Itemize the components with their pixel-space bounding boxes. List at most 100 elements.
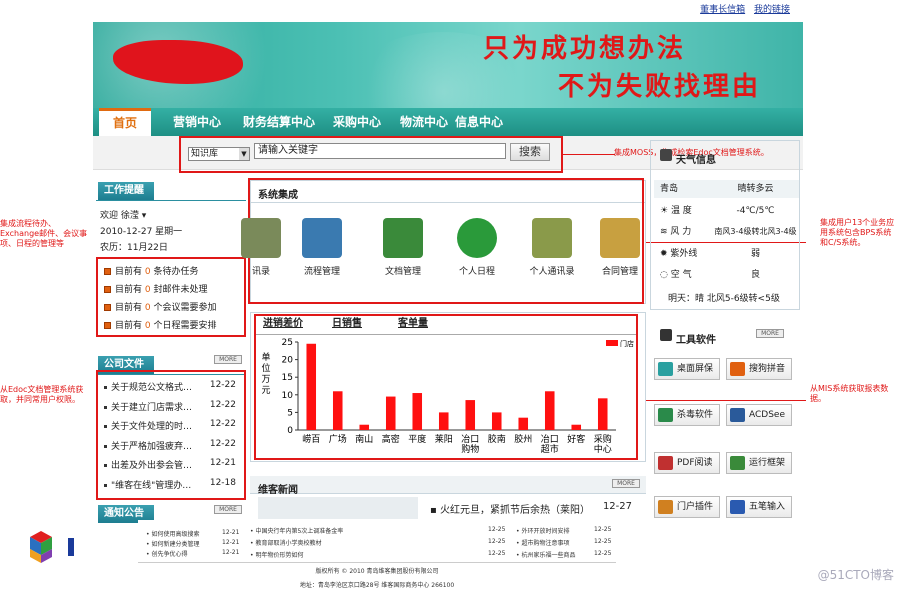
tab-daily-sales[interactable]: 日销售: [332, 316, 362, 332]
nav-logistics[interactable]: 物流中心: [400, 108, 448, 136]
footer-item[interactable]: • 明年物价形势如何: [250, 550, 303, 559]
chart-bar: [544, 391, 555, 430]
list-item[interactable]: 关于规范公文格式… 12-22: [104, 380, 240, 393]
list-item[interactable]: 出差及外出参会管… 12-21: [104, 458, 240, 471]
nav-home[interactable]: 首页: [99, 108, 152, 136]
annot-right-chart: 从MIS系统获取报表数据。: [810, 384, 889, 403]
weather-tomorrow: 明天：晴 北风5-6级转<5级: [668, 294, 780, 304]
annot-left-work: 集成流程待办、Exchange邮件、会议事项、日程的管理等: [0, 219, 88, 248]
chevron-down-icon: ▼: [239, 148, 249, 160]
chairman-mailbox-link[interactable]: 董事长信箱: [700, 5, 745, 15]
x-tick-label: 采购: [594, 433, 612, 445]
sys-schedule[interactable]: 个人日程: [442, 218, 512, 277]
x-tick-label: 冶口: [461, 433, 479, 445]
x-tick-label: 好客: [567, 433, 585, 445]
list-item[interactable]: "维客在线"管理办… 12-18: [104, 478, 240, 491]
my-links-link[interactable]: 我的链接: [754, 5, 790, 15]
news-image: [258, 497, 418, 519]
footer-date: 12-25: [594, 526, 612, 533]
footer-item[interactable]: • 中国央行年内第5次上调准备金率: [250, 526, 343, 535]
copyright: 版权所有 © 2010 青岛维客集团股份有限公司: [315, 568, 439, 575]
tool-screensaver[interactable]: 桌面屏保: [654, 358, 720, 380]
y-tick-label: 0: [287, 426, 293, 436]
pdf-icon: [658, 456, 673, 470]
news-title: 维客新闻: [258, 485, 298, 496]
sogou-icon: [730, 362, 745, 376]
search-button[interactable]: 搜索: [510, 143, 550, 161]
docs-more-button[interactable]: MORE: [214, 355, 242, 364]
annot-right-sys: 集成用户13个业务应用系统包含BPS系统和C/S系统。: [820, 218, 895, 247]
sys-documents[interactable]: 文档管理: [368, 218, 438, 277]
logo-text-fragment: [68, 538, 74, 556]
tool-antivirus[interactable]: 杀毒软件: [654, 404, 720, 426]
task-row[interactable]: 目前有 0 个会议需要参加: [104, 300, 217, 313]
sys-workflow[interactable]: 流程管理: [287, 218, 357, 277]
tools-icon: [660, 329, 672, 341]
mail-icon: [104, 286, 111, 293]
y-tick-label: 10: [282, 391, 294, 401]
news-more-button[interactable]: MORE: [612, 479, 640, 488]
nav-finance[interactable]: 财务结算中心: [243, 108, 315, 136]
watermark: @51CTO博客: [817, 568, 894, 582]
notice-more-button[interactable]: MORE: [214, 505, 242, 514]
list-item[interactable]: 关于文件处理的时… 12-22: [104, 419, 240, 432]
x-tick-label: 平度: [408, 433, 426, 445]
footer-item[interactable]: • 杭州家乐福一些商品: [516, 550, 575, 559]
footer-date: 12-25: [488, 538, 506, 545]
sys-contacts[interactable]: 讯录: [226, 218, 296, 277]
sys-address-book[interactable]: 个人通讯录: [517, 218, 587, 277]
bpm-icon: [302, 218, 342, 258]
contacts-icon: [241, 218, 281, 258]
task-row[interactable]: 目前有 0 条待办任务: [104, 264, 199, 277]
wubi-icon: [730, 500, 745, 514]
x-tick-label: 中心: [594, 443, 612, 455]
x-tick-label: 高密: [382, 433, 400, 445]
tab-customer-count[interactable]: 客单量: [398, 316, 428, 332]
list-item[interactable]: 关于严格加强疲弃… 12-22: [104, 439, 240, 452]
chart-bar: [465, 400, 476, 430]
tool-wubi[interactable]: 五笔输入: [726, 496, 792, 518]
x-tick-label: 莱阳: [435, 433, 453, 445]
search-input[interactable]: 请输入关键字: [254, 143, 506, 159]
annot-left-docs: 从Edoc文档管理系统获取，并同常用户权限。: [0, 385, 84, 404]
task-row[interactable]: 目前有 0 个日程需要安排: [104, 318, 217, 331]
footer-item[interactable]: • 超市购物注意事项: [516, 538, 569, 547]
tab-price-difference[interactable]: 进销差价: [263, 316, 303, 332]
x-tick-label: 南山: [355, 433, 373, 445]
framework-icon: [730, 456, 745, 470]
tool-framework[interactable]: 运行框架: [726, 452, 792, 474]
tools-more-button[interactable]: MORE: [756, 329, 784, 338]
tool-acdsee[interactable]: ACDSee: [726, 404, 792, 426]
edoc-icon: [383, 218, 423, 258]
java-icon: [658, 500, 673, 514]
footer-item[interactable]: • 教育部取消小学奥校教材: [250, 538, 321, 547]
footer-item[interactable]: • 创先争优心得: [146, 549, 187, 558]
y-axis-label: 元: [261, 386, 270, 396]
knowledge-base-select[interactable]: 知识库 ▼: [188, 147, 250, 161]
task-row[interactable]: 目前有 0 封邮件未处理: [104, 282, 208, 295]
nav-marketing[interactable]: 营销中心: [173, 108, 221, 136]
weather-row: ◌ 空 气良: [660, 270, 760, 280]
sys-contracts[interactable]: 合同管理: [592, 218, 648, 277]
footer-item[interactable]: • 外环开放时间安排: [516, 526, 569, 535]
y-axis-label: 位: [261, 362, 270, 374]
nav-info[interactable]: 信息中心: [455, 108, 503, 136]
tool-portal-plugin[interactable]: 门户插件: [654, 496, 720, 518]
nav-purchasing[interactable]: 采购中心: [333, 108, 381, 136]
antivirus-icon: [658, 408, 673, 422]
y-tick-label: 25: [282, 338, 293, 348]
x-tick-label: 崂百: [302, 434, 320, 445]
address: 地址：青岛李沧区京口路28号 维客国际商务中心 266100: [299, 582, 455, 589]
news-item[interactable]: ▪ 火红元旦，紧抓节后余热（莱阳） 12-27: [430, 501, 640, 516]
welcome-text: 欢迎 徐滢 ▾: [100, 211, 147, 221]
chart-bar: [518, 417, 529, 430]
tool-sogou[interactable]: 搜狗拼音: [726, 358, 792, 380]
screensaver-icon: [658, 362, 673, 376]
list-item[interactable]: 关于建立门店需求… 12-22: [104, 400, 240, 413]
x-tick-label: 广场: [329, 433, 347, 445]
chart-bar: [359, 424, 370, 430]
footer-item[interactable]: • 如何新建分类管理: [146, 539, 199, 548]
tool-pdf[interactable]: PDF阅读: [654, 452, 720, 474]
footer-item[interactable]: • 如何使用高级搜索: [146, 529, 199, 538]
acdsee-icon: [730, 408, 745, 422]
